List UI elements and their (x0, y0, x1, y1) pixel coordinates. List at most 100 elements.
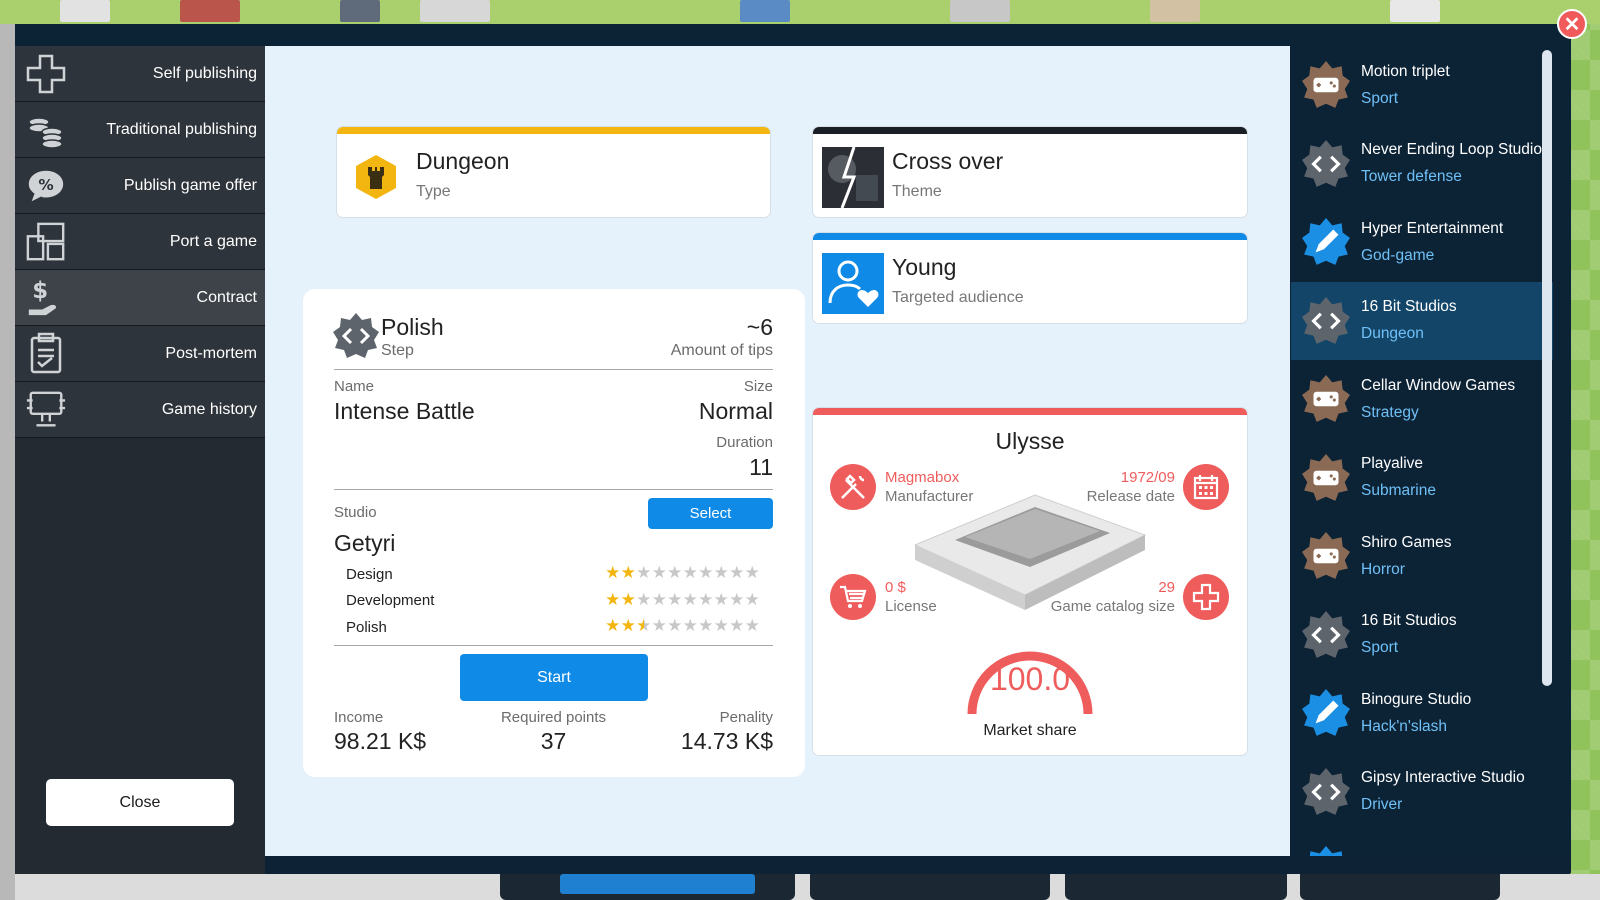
studio-list-item[interactable]: 16 Bit Studios Dungeon (1291, 281, 1553, 360)
type-subtitle: Type (416, 183, 451, 200)
code-icon (1301, 296, 1351, 346)
studio-genre: God-game (1361, 246, 1435, 264)
income-value: 98.21 K$ (334, 728, 427, 754)
console-title: Ulysse (995, 428, 1065, 454)
star-icon: ★ (667, 616, 683, 635)
star-icon: ★ (620, 616, 636, 635)
window-title-bar (15, 24, 1571, 46)
star-icon: ★ (636, 563, 652, 582)
crossover-theme-icon (822, 147, 884, 208)
gamepad-icon (1301, 531, 1351, 581)
type-title: Dungeon (416, 148, 510, 174)
skill-label-development: Development (346, 592, 435, 609)
theme-card: Cross over Theme (813, 127, 1247, 217)
duration-label: Duration (716, 434, 773, 451)
studio-name: Playalive (1361, 455, 1424, 473)
step-subtitle: Step (381, 342, 414, 359)
skill-label-design: Design (346, 566, 393, 583)
income-label: Income (334, 709, 384, 726)
studio-list-item[interactable]: Hyper Entertainment God-game (1291, 203, 1553, 282)
sidebar-item-port-a-game[interactable]: Port a game (15, 214, 265, 270)
studio-text: Cellar Window Games Strategy (1361, 376, 1515, 423)
star-icon: ★ (713, 563, 729, 582)
required-points-value: 37 (540, 728, 567, 754)
sidebar-item-publish-game-offer[interactable]: % Publish game offer (15, 158, 265, 214)
studio-name: Hyper Entertainment (1361, 219, 1504, 237)
star-icon: ★ (713, 590, 729, 609)
studio-list-item[interactable]: Cellar Window Games (1291, 831, 1553, 856)
sidebar-item-traditional-publishing[interactable]: Traditional publishing (15, 102, 265, 158)
theme-title: Cross over (892, 148, 1004, 174)
star-icon: ★ (744, 616, 760, 635)
sidebar-item-label: Port a game (169, 232, 257, 250)
pencil-icon (1301, 845, 1351, 856)
audience-card: Young Targeted audience (813, 233, 1247, 323)
svg-text:$: $ (32, 278, 48, 304)
sidebar-item-label: Contract (196, 288, 257, 306)
studio-list-item[interactable]: Motion triplet Sport (1291, 46, 1553, 125)
studio-list-item[interactable]: Binogure Studio Hack'n'slash (1291, 674, 1553, 753)
close-button[interactable]: Close (46, 779, 234, 826)
tools-icon (830, 464, 876, 510)
sidebar: Self publishing Traditional publishing %… (15, 46, 265, 874)
release-date-label: Release date (1086, 488, 1175, 505)
dollar-hand-icon: $ (25, 277, 67, 319)
code-icon (1301, 610, 1351, 660)
studio-list-item[interactable]: Never Ending Loop Studios Tower defense (1291, 125, 1553, 204)
plus-cross-icon (25, 53, 67, 95)
studio-text: Shiro Games Horror (1361, 533, 1451, 580)
star-icon: ★ (729, 616, 745, 635)
sidebar-item-label: Publish game offer (123, 176, 257, 194)
star-icon: ★ (667, 563, 683, 582)
star-icon: ★ (620, 563, 636, 582)
sidebar-item-contract[interactable]: $ Contract (15, 270, 265, 326)
studio-text: Hyper Entertainment God-game (1361, 219, 1503, 266)
studio-label: Studio (334, 504, 377, 521)
audience-subtitle: Targeted audience (892, 289, 1024, 306)
size-value: Normal (698, 398, 773, 424)
sidebar-item-post-mortem[interactable]: Post-mortem (15, 326, 265, 382)
divider (334, 489, 773, 490)
studio-list-item[interactable]: Gipsy Interactive Studio Driver (1291, 753, 1553, 832)
studio-name-value: Getyri (334, 530, 396, 556)
studio-list-item[interactable]: Playalive Submarine (1291, 439, 1553, 518)
manufacturer-label: Manufacturer (885, 488, 974, 505)
start-button[interactable]: Start (460, 654, 648, 701)
tips-label: Amount of tips (670, 342, 773, 359)
studio-genre: Submarine (1361, 482, 1436, 500)
star-icon: ★ (698, 563, 714, 582)
studio-text: Binogure Studio Hack'n'slash (1361, 690, 1471, 737)
sidebar-item-label: Game history (161, 400, 257, 418)
select-studio-button[interactable]: Select (648, 498, 773, 529)
coins-icon (25, 109, 67, 151)
star-icon: ★ (713, 616, 729, 635)
penalty-value: 14.73 K$ (680, 728, 773, 754)
tips-value: ~6 (746, 314, 773, 340)
star-icon: ★ (744, 590, 760, 609)
sidebar-item-self-publishing[interactable]: Self publishing (15, 46, 265, 102)
studio-text: Never Ending Loop Studios Tower defense (1361, 140, 1550, 187)
calendar-icon (1183, 464, 1229, 510)
studio-list-item[interactable]: Shiro Games Horror (1291, 517, 1553, 596)
scrollbar-track (1553, 46, 1571, 856)
type-card-stripe (337, 127, 770, 134)
sidebar-item-label: Traditional publishing (106, 120, 257, 138)
studio-list-item[interactable]: 16 Bit Studios Sport (1291, 596, 1553, 675)
sidebar-item-label: Post-mortem (165, 344, 257, 362)
sidebar-item-game-history[interactable]: Game history (15, 382, 265, 438)
studio-list-item[interactable]: Cellar Window Games Strategy (1291, 360, 1553, 439)
close-icon[interactable]: ✕ (1557, 9, 1587, 39)
scrollbar-thumb[interactable] (1542, 50, 1552, 686)
studio-text: 16 Bit Studios Dungeon (1361, 297, 1457, 344)
studio-name: Cellar Window Games (1361, 376, 1516, 394)
divider (334, 369, 773, 370)
license-value: 0 $ (885, 579, 906, 596)
market-share-value: 100.0 (989, 661, 1071, 697)
star-icon: ★ (636, 616, 652, 635)
studio-name: Never Ending Loop Studios (1361, 141, 1550, 159)
castle-tower-icon (352, 153, 400, 201)
star-icon: ★ (620, 590, 636, 609)
studio-text: Playalive Submarine (1361, 454, 1436, 501)
skill-stars-polish: ★ ★ ★ ★ ★ ★ ★ ★ ★ ★ (605, 616, 760, 635)
studio-genre: Hack'n'slash (1361, 717, 1448, 735)
